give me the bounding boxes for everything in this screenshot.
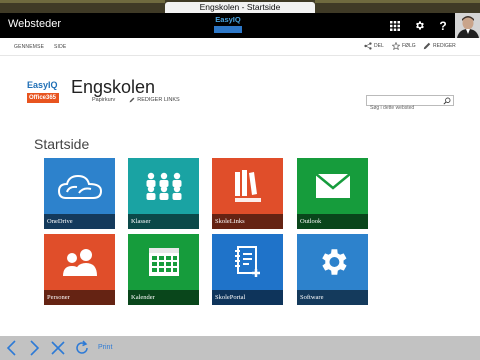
- tile-software[interactable]: Software: [297, 234, 368, 305]
- tile-skoleportal[interactable]: SkolePortal: [212, 234, 283, 305]
- edit-label: REDIGER: [433, 43, 456, 49]
- suite-brand[interactable]: Websteder: [8, 18, 61, 30]
- edit-links-button[interactable]: REDIGER LINKS: [129, 97, 180, 103]
- cloud-icon: [57, 174, 102, 199]
- tile-kalender[interactable]: Kalender: [128, 234, 199, 305]
- forward-icon[interactable]: [26, 340, 42, 356]
- settings-button[interactable]: [407, 13, 431, 38]
- site-logo-line1: EasyIQ: [27, 80, 58, 90]
- easyiq-logo: EasyIQ: [214, 15, 242, 35]
- easyiq-logo-text: EasyIQ: [215, 15, 241, 24]
- print-button[interactable]: Print: [98, 344, 112, 351]
- edit-button[interactable]: REDIGER: [423, 42, 456, 50]
- follow-label: FØLG: [402, 43, 416, 49]
- search-icon[interactable]: [443, 97, 451, 105]
- notebook-icon: [234, 246, 260, 277]
- site-sublinks: Papirkurv REDIGER LINKS: [92, 97, 180, 103]
- ribbon-tab-side[interactable]: SIDE: [54, 44, 66, 50]
- search-input[interactable]: [367, 103, 441, 113]
- site-search-box[interactable]: [366, 95, 454, 113]
- tile-personer[interactable]: Personer: [44, 234, 115, 305]
- bottom-toolbar: Print: [0, 336, 480, 360]
- tile-label: SkoleLinks: [212, 214, 283, 229]
- people-group-icon: [146, 172, 181, 200]
- tile-klasser[interactable]: Klasser: [128, 158, 199, 229]
- tile-label: Kalender: [128, 290, 199, 305]
- tile-label: SkolePortal: [212, 290, 283, 305]
- tile-skolelinks[interactable]: SkoleLinks: [212, 158, 283, 229]
- page-heading: Startside: [34, 136, 90, 152]
- tile-label: Personer: [44, 290, 115, 305]
- share-icon: [364, 42, 372, 50]
- close-icon[interactable]: [50, 340, 66, 356]
- ribbon-tab-gennemse[interactable]: GENNEMSE: [14, 44, 44, 50]
- edit-links-label: REDIGER LINKS: [137, 97, 180, 103]
- share-button[interactable]: DEL: [364, 42, 384, 50]
- grid-icon: [390, 20, 400, 31]
- reload-icon[interactable]: [74, 340, 90, 356]
- avatar-photo: [455, 13, 480, 38]
- persons-icon: [62, 249, 97, 276]
- easyiq-logo-bar: [214, 26, 242, 33]
- window-title[interactable]: Engskolen - Startside: [165, 2, 315, 13]
- gear-icon: [415, 21, 424, 30]
- tile-label: Outlook: [297, 214, 368, 229]
- titlebar-accent-right: [315, 0, 480, 3]
- site-title[interactable]: Engskolen: [71, 77, 155, 98]
- tile-label: Software: [297, 290, 368, 305]
- site-logo-line2: Office365: [27, 93, 59, 103]
- suite-bar: Websteder EasyIQ ?: [0, 13, 480, 38]
- pencil-icon: [129, 97, 135, 103]
- ribbon-bar: GENNEMSE SIDE DEL FØLG REDIGER: [0, 38, 480, 56]
- back-icon[interactable]: [4, 340, 20, 356]
- browser-titlebar: Engskolen - Startside: [0, 0, 480, 13]
- site-logo[interactable]: EasyIQ Office365: [27, 80, 59, 104]
- star-icon: [392, 42, 400, 50]
- tile-outlook[interactable]: Outlook: [297, 158, 368, 229]
- tile-label: OneDrive: [44, 214, 115, 229]
- pencil-icon: [423, 42, 431, 50]
- calendar-icon: [148, 248, 179, 276]
- share-label: DEL: [374, 43, 384, 49]
- titlebar-accent-left: [0, 0, 165, 3]
- tile-label: Klasser: [128, 214, 199, 229]
- help-button[interactable]: ?: [431, 13, 455, 38]
- mail-icon: [314, 173, 351, 198]
- books-icon: [234, 170, 261, 202]
- tile-onedrive[interactable]: OneDrive: [44, 158, 115, 229]
- gear-icon: [321, 249, 347, 275]
- user-avatar[interactable]: [455, 13, 480, 38]
- app-launcher-button[interactable]: [383, 13, 407, 38]
- follow-button[interactable]: FØLG: [392, 42, 416, 50]
- recycle-bin-link[interactable]: Papirkurv: [92, 97, 115, 103]
